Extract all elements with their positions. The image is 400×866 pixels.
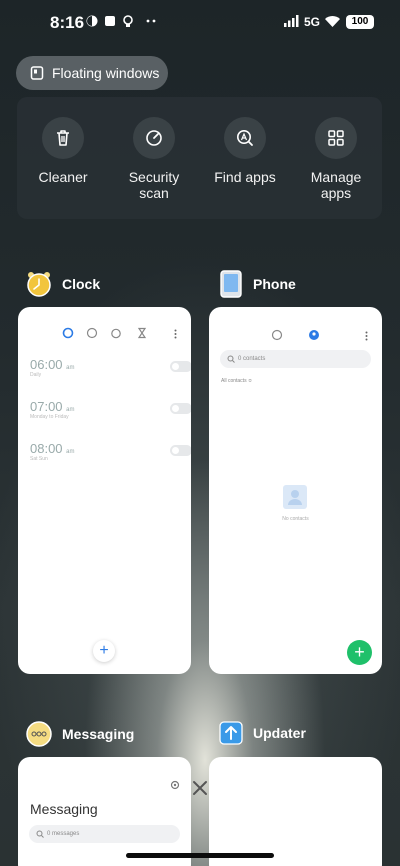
security-scan-label: Security scan bbox=[128, 169, 180, 201]
messaging-app-card[interactable]: Messaging 0 messages bbox=[18, 757, 191, 866]
manage-apps-button[interactable]: Manage apps bbox=[294, 117, 378, 201]
wifi-icon bbox=[325, 16, 340, 27]
find-apps-label: Find apps bbox=[214, 169, 276, 185]
updater-app-name: Updater bbox=[253, 725, 306, 741]
settings-gear-icon[interactable] bbox=[170, 780, 180, 790]
alarm-ampm: am bbox=[66, 365, 75, 371]
manage-apps-icon bbox=[315, 117, 357, 159]
find-apps-icon bbox=[224, 117, 266, 159]
messaging-app-icon bbox=[26, 721, 52, 747]
manage-apps-label: Manage apps bbox=[310, 169, 362, 201]
messaging-app-header[interactable]: Messaging bbox=[26, 721, 134, 747]
alarm-time: 07:00 bbox=[30, 399, 63, 414]
search-icon bbox=[36, 830, 44, 838]
phone-app-card[interactable]: 0 contacts All contacts ≎ No contacts + bbox=[209, 307, 382, 674]
messaging-title: Messaging bbox=[30, 801, 98, 817]
search-icon bbox=[227, 355, 235, 363]
alarm-repeat: Sat Sun bbox=[30, 456, 48, 462]
alarm-toggle[interactable] bbox=[170, 403, 191, 414]
alarm-item[interactable]: 07:00 am Monday to Friday bbox=[30, 399, 191, 420]
signal-icon bbox=[284, 15, 299, 27]
status-time: 8:16 bbox=[50, 13, 85, 32]
updater-app-card[interactable] bbox=[209, 757, 382, 866]
updater-app-header[interactable]: Updater bbox=[219, 721, 306, 745]
phone-app-header[interactable]: Phone bbox=[219, 270, 296, 298]
add-contact-button[interactable]: + bbox=[347, 640, 372, 665]
search-placeholder: 0 messages bbox=[47, 831, 80, 837]
more-options-icon[interactable] bbox=[174, 329, 177, 339]
clock-app-header[interactable]: Clock bbox=[26, 270, 100, 298]
cleaner-button[interactable]: Cleaner bbox=[21, 117, 105, 185]
find-apps-button[interactable]: Find apps bbox=[203, 117, 287, 185]
clock-app-card[interactable]: 06:00 am Daily 07:00 am Monday to Friday… bbox=[18, 307, 191, 674]
phone-app-icon bbox=[220, 270, 242, 298]
alarm-repeat: Daily bbox=[30, 372, 42, 378]
alarm-ampm: am bbox=[66, 449, 75, 455]
alarm-repeat: Monday to Friday bbox=[30, 414, 69, 420]
alarm-item[interactable]: 08:00 am Sat Sun bbox=[30, 441, 191, 462]
floating-windows-label: Floating windows bbox=[52, 65, 160, 81]
alarm-time: 06:00 bbox=[30, 357, 63, 372]
no-contacts-text: No contacts bbox=[282, 516, 309, 522]
clock-app-name: Clock bbox=[62, 276, 101, 292]
contacts-search-input[interactable]: 0 contacts bbox=[220, 350, 371, 368]
trash-icon bbox=[42, 117, 84, 159]
floating-windows-button[interactable]: Floating windows bbox=[16, 56, 168, 90]
home-indicator[interactable] bbox=[126, 853, 274, 858]
battery-indicator: 100 bbox=[346, 15, 374, 29]
alarm-ampm: am bbox=[66, 407, 75, 413]
security-scan-icon bbox=[133, 117, 175, 159]
bulb-status-icon bbox=[123, 15, 133, 27]
network-type: 5G bbox=[304, 15, 321, 29]
close-all-button[interactable] bbox=[180, 762, 220, 814]
more-options-icon[interactable] bbox=[365, 331, 368, 341]
moon-status-icon bbox=[86, 15, 98, 27]
phone-tabs bbox=[271, 329, 319, 341]
close-icon bbox=[193, 781, 207, 795]
messages-search-input[interactable]: 0 messages bbox=[29, 825, 180, 843]
search-placeholder: 0 contacts bbox=[238, 356, 266, 362]
quick-tools-panel: Cleaner Security scan Find apps Manage a… bbox=[17, 97, 382, 219]
add-alarm-button[interactable]: + bbox=[93, 640, 115, 662]
empty-contacts-icon bbox=[283, 485, 307, 509]
alarm-time: 08:00 bbox=[30, 441, 63, 456]
alarm-toggle[interactable] bbox=[170, 445, 191, 456]
security-scan-button[interactable]: Security scan bbox=[112, 117, 196, 201]
alarm-toggle[interactable] bbox=[170, 361, 191, 372]
contacts-filter-label: All contacts bbox=[221, 378, 247, 384]
updater-app-icon bbox=[219, 721, 243, 745]
contacts-filter[interactable]: All contacts ≎ bbox=[221, 378, 252, 384]
app-status-icon bbox=[105, 16, 115, 26]
messaging-app-name: Messaging bbox=[62, 726, 135, 742]
phone-app-name: Phone bbox=[253, 276, 296, 292]
more-status-icon bbox=[146, 19, 156, 23]
floating-window-icon bbox=[30, 66, 44, 80]
clock-app-icon bbox=[27, 272, 51, 297]
alarm-item[interactable]: 06:00 am Daily bbox=[30, 357, 191, 378]
cleaner-label: Cleaner bbox=[38, 169, 88, 185]
clock-tabs bbox=[62, 327, 147, 339]
status-bar: 8:16 5G 100 bbox=[0, 0, 400, 44]
